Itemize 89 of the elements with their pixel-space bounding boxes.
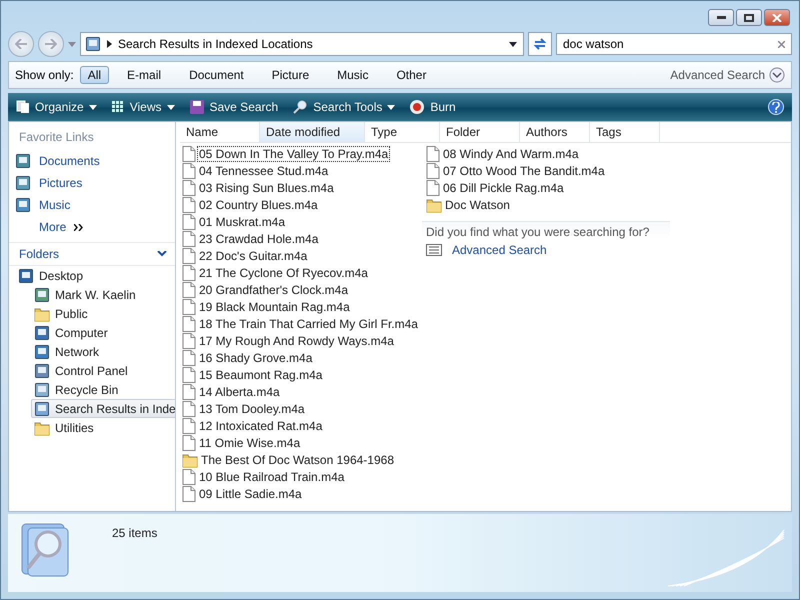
refresh-button[interactable] [528, 32, 552, 56]
form-icon [426, 244, 442, 256]
magnifier-icon [292, 99, 308, 115]
favorite-link[interactable]: Music [9, 194, 175, 216]
filter-button[interactable]: Other [388, 66, 434, 84]
help-icon [772, 102, 780, 112]
address-path: Search Results in Indexed Locations [118, 37, 313, 51]
expand-icon [769, 67, 785, 83]
item-count: 25 items [112, 526, 158, 540]
monitor-icon [18, 268, 34, 284]
folder-tree-item[interactable]: Public [31, 304, 145, 323]
folder-tree-item[interactable]: Network [31, 342, 145, 361]
column-header[interactable]: Date modified [260, 122, 365, 142]
address-bar[interactable]: Search Results in Indexed Locations [80, 32, 524, 56]
more-link[interactable]: More [9, 216, 175, 238]
refresh-arrows-icon [533, 38, 547, 50]
column-header[interactable]: Folder [440, 122, 520, 142]
file-item[interactable]: 11 Omie Wise.m4a [182, 434, 426, 451]
maximize-button[interactable] [736, 9, 762, 26]
favorite-link[interactable]: Documents [9, 150, 175, 172]
folder-tree-item[interactable]: Search Results in Inde [31, 399, 175, 418]
file-item[interactable]: 21 The Cyclone Of Ryecov.m4a [182, 264, 426, 281]
disc-icon [409, 99, 426, 115]
folder-tree-item[interactable]: Utilities [31, 418, 145, 437]
folder-icon [182, 452, 198, 468]
pages-icon [16, 100, 30, 114]
file-item[interactable]: 17 My Rough And Rowdy Ways.m4a [182, 332, 426, 349]
toolbar-button[interactable]: Organize [16, 100, 97, 114]
file-item[interactable]: 12 Intoxicated Rat.m4a [182, 417, 426, 434]
folder-tree-item[interactable]: Control Panel [31, 361, 145, 380]
minimize-button[interactable] [708, 9, 734, 26]
folder-tree-item[interactable]: Computer [31, 323, 145, 342]
file-item[interactable]: 02 Country Blues.m4a [182, 196, 426, 213]
file-item[interactable]: 18 The Train That Carried My Girl Fr.m4a [182, 315, 426, 332]
column-header[interactable]: Type [365, 122, 440, 142]
caret-icon [68, 42, 76, 46]
favorite-link[interactable]: Pictures [9, 172, 175, 194]
toolbar-button[interactable]: Burn [409, 99, 456, 115]
file-item[interactable]: 03 Rising Sun Blues.m4a [182, 179, 426, 196]
forward-arrow-icon [45, 39, 57, 49]
search-field[interactable]: doc watson [556, 33, 792, 55]
filter-button[interactable]: All [80, 66, 110, 84]
folders-header[interactable]: Folders [9, 242, 175, 266]
folder-tree-item[interactable]: Desktop [15, 266, 145, 285]
toolbar-button[interactable]: Views [110, 100, 174, 114]
column-header[interactable]: Authors [520, 122, 590, 142]
folder-icon [426, 196, 442, 212]
grid-icon [110, 100, 125, 114]
folder-icon [34, 306, 50, 322]
chevron-down-icon [157, 251, 167, 257]
filter-label: Show only: [15, 68, 74, 82]
toolbar-button[interactable]: Save Search [188, 99, 278, 115]
toolbar-button[interactable]: Search Tools [292, 99, 396, 115]
file-item[interactable]: 20 Grandfather's Clock.m4a [182, 281, 426, 298]
double-chevron-icon [74, 224, 84, 230]
advanced-search-button[interactable]: Advanced Search [670, 67, 785, 83]
file-item[interactable]: 15 Beaumont Rag.m4a [182, 366, 426, 383]
file-item[interactable]: 13 Tom Dooley.m4a [182, 400, 426, 417]
filter-button[interactable]: E-mail [119, 66, 170, 84]
file-item[interactable]: 14 Alberta.m4a [182, 383, 426, 400]
maximize-icon [744, 14, 754, 22]
file-item[interactable]: 04 Tennessee Stud.m4a [182, 162, 426, 179]
folder-icon [34, 420, 50, 436]
minimize-icon [716, 16, 726, 19]
file-item[interactable]: 05 Down In The Valley To Pray.m4a [182, 145, 426, 162]
filter-button[interactable]: Picture [264, 66, 318, 84]
file-item[interactable]: 16 Shady Grove.m4a [182, 349, 426, 366]
back-arrow-icon [15, 39, 27, 49]
file-item[interactable]: 08 Windy And Warm.m4a [426, 145, 670, 162]
caret-icon [509, 42, 517, 46]
close-button[interactable] [764, 9, 790, 26]
file-item[interactable]: 19 Black Mountain Rag.m4a [182, 298, 426, 315]
file-item[interactable]: 07 Otto Wood The Bandit.m4a [426, 162, 670, 179]
file-item[interactable]: 06 Dill Pickle Rag.m4a [426, 179, 670, 196]
search-prompt-text: Did you find what you were searching for? [422, 221, 670, 239]
folder-item[interactable]: The Best Of Doc Watson 1964-1968 [182, 451, 426, 468]
clear-icon[interactable] [778, 40, 785, 48]
favorite-links-title: Favorite Links [18, 129, 95, 146]
folder-item[interactable]: Doc Watson [426, 196, 670, 213]
file-item[interactable]: 09 Little Sadie.m4a [182, 485, 426, 502]
filter-button[interactable]: Music [329, 66, 376, 84]
filter-button[interactable]: Document [181, 66, 252, 84]
folder-tree-item[interactable]: Recycle Bin [31, 380, 145, 399]
close-icon [772, 14, 782, 22]
folder-tree-item[interactable]: Mark W. Kaelin [31, 285, 145, 304]
chevron-icon [107, 40, 112, 48]
file-item[interactable]: 10 Blue Railroad Train.m4a [182, 468, 426, 485]
help-button[interactable] [768, 99, 784, 115]
column-header[interactable]: Tags [590, 122, 660, 142]
